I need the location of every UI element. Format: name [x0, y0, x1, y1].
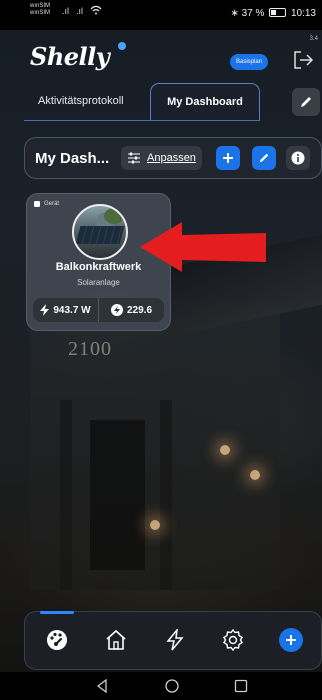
pillar [160, 400, 172, 590]
lamp-light [150, 520, 160, 530]
lamp-light [220, 445, 230, 455]
annotation-arrow-icon [140, 222, 266, 272]
energy-circle-icon [110, 304, 123, 316]
power-metric: 943.7 W [33, 298, 98, 322]
house-number: 2100 [68, 338, 112, 360]
plus-icon [223, 153, 233, 163]
dashboard-icon [47, 630, 67, 650]
signal-icon: .ıl [76, 6, 84, 16]
image-plant [104, 208, 124, 224]
power-value: 943.7 W [53, 304, 91, 316]
device-tag: Gerät [33, 200, 59, 208]
home-icon [106, 629, 126, 650]
carrier-labels: wınSIM wınSIM [30, 3, 50, 17]
nav-dashboard[interactable] [45, 628, 69, 652]
lamp-light [250, 470, 260, 480]
info-icon [291, 151, 305, 165]
edit-tabs-button[interactable] [292, 88, 320, 116]
back-icon[interactable] [95, 679, 109, 693]
energy-value: 229.6 [126, 304, 153, 316]
version-label: 3.4 [309, 36, 318, 42]
tab-my-dashboard[interactable]: My Dashboard [150, 83, 260, 121]
sliders-icon [128, 152, 140, 164]
nav-energy[interactable] [163, 628, 187, 652]
shelly-logo: Shelly [30, 42, 110, 71]
system-navigation-bar [0, 672, 322, 700]
add-button[interactable] [216, 146, 240, 170]
carrier-1: wınSIM [30, 3, 51, 9]
customize-button[interactable]: Anpassen [121, 146, 202, 170]
edit-button[interactable] [252, 146, 276, 170]
image-solar-panel [75, 226, 125, 244]
tab-activity-log[interactable]: Aktivitätsprotokoll [38, 95, 124, 107]
status-bar: wınSIM wınSIM .ıl .ıl ∗ 37 % 10:13 [0, 0, 322, 30]
pencil-icon [259, 153, 269, 163]
device-type: Solaranlage [77, 278, 120, 287]
add-icon [286, 635, 296, 645]
dashboard-toolbar: My Dash... Anpassen [24, 137, 322, 179]
energy-metric: 229.6 [98, 298, 164, 322]
nav-active-indicator [40, 611, 74, 614]
lightning-icon [40, 304, 50, 316]
tab-underline [24, 120, 260, 121]
wifi-icon [90, 5, 102, 15]
device-metrics: 943.7 W 229.6 [33, 298, 164, 322]
device-image [72, 204, 128, 260]
carrier-2: wınSIM [30, 10, 51, 16]
battery-percent: 37 % [241, 8, 265, 19]
status-right: ∗ 37 % 10:13 [230, 8, 316, 19]
home-circle-icon[interactable] [165, 679, 179, 693]
bluetooth-icon: ∗ [230, 8, 239, 19]
clock: 10:13 [290, 8, 316, 19]
dashboard-title: My Dash... [35, 150, 110, 167]
bottom-navigation [24, 611, 322, 670]
pencil-icon [301, 97, 311, 107]
logo-dot-icon [118, 42, 126, 50]
customize-label: Anpassen [147, 152, 196, 164]
nav-settings[interactable] [221, 628, 245, 652]
battery-icon [269, 8, 287, 17]
device-icon [34, 201, 40, 207]
recents-icon[interactable] [234, 679, 248, 693]
nav-add-button[interactable] [279, 628, 303, 652]
device-tag-label: Gerät [44, 201, 60, 207]
signal-icon: .ıl [62, 6, 70, 16]
energy-icon [166, 629, 184, 651]
settings-icon [223, 629, 243, 651]
logout-icon[interactable] [292, 50, 314, 70]
plan-badge[interactable]: Basisplan [230, 54, 268, 70]
building-door [90, 420, 145, 570]
info-button[interactable] [286, 146, 310, 170]
pillar [60, 400, 72, 590]
nav-home[interactable] [104, 628, 128, 652]
